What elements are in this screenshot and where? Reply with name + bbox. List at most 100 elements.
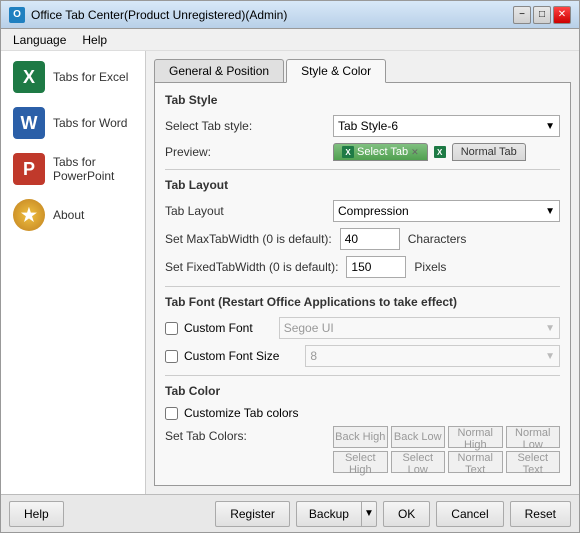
word-icon: W <box>13 107 45 139</box>
title-bar-buttons: − □ ✕ <box>513 6 571 24</box>
color-preview-normal-tab: Normal Tab <box>452 485 526 486</box>
main-window: O Office Tab Center(Product Unregistered… <box>0 0 580 533</box>
normal-low-btn[interactable]: Normal Low <box>506 426 561 448</box>
help-button[interactable]: Help <box>9 501 64 527</box>
fixed-tab-unit: Pixels <box>414 260 474 274</box>
sidebar-about-label: About <box>53 208 84 222</box>
select-text-btn[interactable]: Select Text <box>506 451 561 473</box>
ppt-icon: P <box>13 153 45 185</box>
max-tab-input[interactable] <box>340 228 400 250</box>
custom-font-size-checkbox[interactable] <box>165 350 178 363</box>
title-bar: O Office Tab Center(Product Unregistered… <box>1 1 579 29</box>
tab-style-color[interactable]: Style & Color <box>286 59 386 83</box>
color-buttons-container: Back High Back Low Normal High Normal Lo… <box>333 426 560 479</box>
max-tab-label: Set MaxTabWidth (0 is default): <box>165 232 332 246</box>
divider-3 <box>165 375 560 376</box>
maximize-button[interactable]: □ <box>533 6 551 24</box>
custom-font-row: Custom Font Segoe UI ▼ <box>165 317 560 339</box>
set-tab-colors-row: Set Tab Colors: Back High Back Low Norma… <box>165 426 560 479</box>
custom-font-dropdown: Segoe UI ▼ <box>279 317 560 339</box>
tab-layout-row: Tab Layout Compression ▼ <box>165 200 560 222</box>
backup-button[interactable]: Backup <box>296 501 361 527</box>
tab-color-section-title: Tab Color <box>165 384 560 398</box>
preview-normal-tab: Normal Tab <box>452 143 526 161</box>
preview-excel-icon: X <box>342 146 354 158</box>
sidebar-ppt-label: Tabs for PowerPoint <box>53 155 133 183</box>
fixed-tab-row: Set FixedTabWidth (0 is default): Pixels <box>165 256 560 278</box>
tab-layout-value: Compression <box>338 204 545 218</box>
sidebar-item-word[interactable]: W Tabs for Word <box>5 101 141 145</box>
select-high-btn[interactable]: Select High <box>333 451 388 473</box>
fixed-tab-label: Set FixedTabWidth (0 is default): <box>165 260 338 274</box>
tab-style-value: Tab Style-6 <box>338 119 545 133</box>
minimize-button[interactable]: − <box>513 6 531 24</box>
app-icon: O <box>9 7 25 23</box>
color-preview-area: X Select Tab ✕ X Normal Tab <box>333 485 526 486</box>
sidebar-excel-label: Tabs for Excel <box>53 70 128 84</box>
normal-text-btn[interactable]: Normal Text <box>448 451 503 473</box>
preview-select-tab: X Select Tab ✕ <box>333 143 428 161</box>
menu-help[interactable]: Help <box>74 31 115 49</box>
max-tab-row: Set MaxTabWidth (0 is default): Characte… <box>165 228 560 250</box>
preview-row: Preview: X Select Tab ✕ X Normal Tab <box>165 143 560 161</box>
tab-general[interactable]: General & Position <box>154 59 284 82</box>
custom-font-checkbox[interactable] <box>165 322 178 335</box>
back-low-btn[interactable]: Back Low <box>391 426 446 448</box>
custom-font-label: Custom Font <box>184 321 253 335</box>
backup-dropdown-arrow[interactable]: ▼ <box>361 501 377 527</box>
tab-layout-dropdown[interactable]: Compression ▼ <box>333 200 560 222</box>
tab-style-dropdown[interactable]: Tab Style-6 ▼ <box>333 115 560 137</box>
tab-style-section-title: Tab Style <box>165 93 560 107</box>
customize-colors-checkbox[interactable] <box>165 407 178 420</box>
title-bar-text: Office Tab Center(Product Unregistered)(… <box>31 8 513 22</box>
set-tab-colors-label: Set Tab Colors: <box>165 426 325 443</box>
select-low-btn[interactable]: Select Low <box>391 451 446 473</box>
tab-layout-arrow: ▼ <box>545 206 555 217</box>
customize-colors-row: Customize Tab colors <box>165 406 560 420</box>
custom-font-value: Segoe UI <box>284 321 545 335</box>
back-high-btn[interactable]: Back High <box>333 426 388 448</box>
fixed-tab-input[interactable] <box>346 256 406 278</box>
preview-area: X Select Tab ✕ X Normal Tab <box>333 143 526 161</box>
tabs-header: General & Position Style & Color <box>154 59 571 83</box>
close-button[interactable]: ✕ <box>553 6 571 24</box>
ok-button[interactable]: OK <box>383 501 430 527</box>
excel-icon: X <box>13 61 45 93</box>
main-panel: General & Position Style & Color Tab Sty… <box>146 51 579 494</box>
menu-bar: Language Help <box>1 29 579 51</box>
preview-normal-icon: X <box>434 146 446 158</box>
preview-select-text: Select Tab <box>357 146 408 158</box>
sidebar-item-excel[interactable]: X Tabs for Excel <box>5 55 141 99</box>
register-button[interactable]: Register <box>215 501 290 527</box>
preview-normal-text: Normal Tab <box>461 146 517 158</box>
reset-button[interactable]: Reset <box>510 501 571 527</box>
color-preview-row: Preview: X Select Tab ✕ X Normal Tab <box>165 485 560 486</box>
tab-layout-label: Tab Layout <box>165 204 325 218</box>
sidebar-item-about[interactable]: ★ About <box>5 193 141 237</box>
custom-font-size-arrow: ▼ <box>545 351 555 362</box>
divider-2 <box>165 286 560 287</box>
sidebar-item-ppt[interactable]: P Tabs for PowerPoint <box>5 147 141 191</box>
about-icon: ★ <box>13 199 45 231</box>
tab-style-dropdown-arrow: ▼ <box>545 121 555 132</box>
sidebar-word-label: Tabs for Word <box>53 116 127 130</box>
custom-font-size-value: 8 <box>310 349 545 363</box>
customize-colors-label: Customize Tab colors <box>184 406 299 420</box>
backup-split-button: Backup ▼ <box>296 501 377 527</box>
content-area: X Tabs for Excel W Tabs for Word P Tabs … <box>1 51 579 494</box>
max-tab-unit: Characters <box>408 232 468 246</box>
divider-1 <box>165 169 560 170</box>
cancel-button[interactable]: Cancel <box>436 501 503 527</box>
color-preview-select-tab: X Select Tab ✕ <box>333 485 428 486</box>
sidebar: X Tabs for Excel W Tabs for Word P Tabs … <box>1 51 146 494</box>
normal-high-btn[interactable]: Normal High <box>448 426 503 448</box>
tab-layout-section-title: Tab Layout <box>165 178 560 192</box>
custom-font-size-dropdown: 8 ▼ <box>305 345 560 367</box>
preview-label: Preview: <box>165 145 325 159</box>
preview-close-icon: ✕ <box>411 147 419 158</box>
select-tab-style-label: Select Tab style: <box>165 119 325 133</box>
menu-language[interactable]: Language <box>5 31 74 49</box>
custom-font-arrow: ▼ <box>545 323 555 334</box>
custom-font-size-label: Custom Font Size <box>184 349 279 363</box>
footer: Help Register Backup ▼ OK Cancel Reset <box>1 494 579 532</box>
